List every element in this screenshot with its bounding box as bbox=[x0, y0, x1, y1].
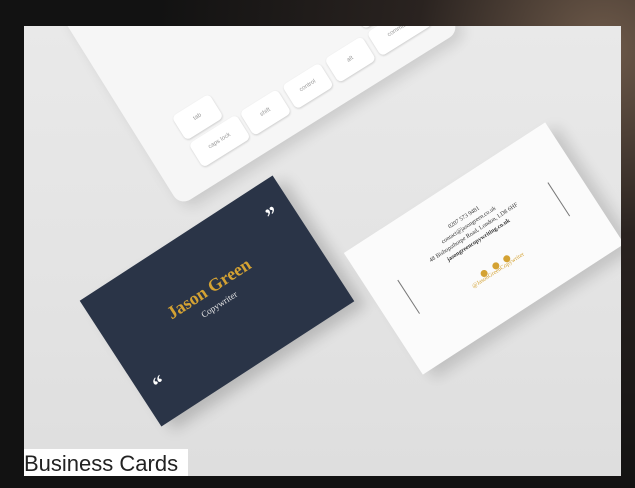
business-card-photo[interactable]: tab caps lock shift control alt option c… bbox=[24, 26, 621, 476]
business-card-back: 0207 573 9481 contact@jasongreen.co.uk 4… bbox=[343, 122, 621, 375]
keyboard: tab caps lock shift control alt option c… bbox=[58, 26, 460, 206]
key-alt: alt bbox=[324, 35, 377, 84]
page-frame: tab caps lock shift control alt option c… bbox=[0, 0, 635, 488]
image-caption: Business Cards bbox=[24, 449, 189, 476]
business-card-front: “ ” Jason Green Copywriter bbox=[79, 175, 355, 427]
key-command: command bbox=[366, 26, 433, 57]
card-website: jasongreencopywriting.co.uk bbox=[446, 217, 512, 264]
key-control: control bbox=[281, 62, 334, 110]
close-quote-mark: ” bbox=[260, 200, 284, 228]
card-name: Jason Green bbox=[163, 253, 255, 324]
key-shift: shift bbox=[239, 88, 292, 137]
open-quote-mark: “ bbox=[147, 369, 171, 397]
card-role: Copywriter bbox=[199, 288, 240, 320]
card-phone: 0207 573 9481 bbox=[447, 205, 481, 231]
